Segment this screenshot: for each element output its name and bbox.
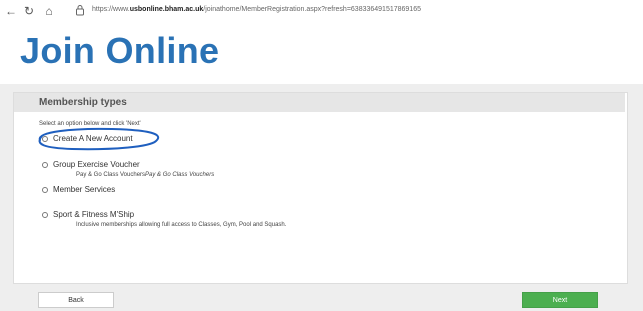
option-description: Inclusive memberships allowing full acce… — [76, 222, 287, 228]
option-label: Member Services — [53, 185, 116, 194]
radio-button[interactable] — [42, 186, 48, 193]
browser-toolbar: ← ↻ ⌂ https://www.usbonline.bham.ac.uk/j… — [0, 0, 643, 24]
option-label: Group Exercise Voucher — [53, 160, 140, 169]
option-label: Create A New Account — [53, 134, 133, 143]
home-icon[interactable]: ⌂ — [42, 4, 56, 18]
radio-button[interactable] — [42, 161, 48, 168]
option-create-new-account[interactable]: Create A New Account — [42, 134, 133, 143]
option-label: Sport & Fitness M'Ship — [53, 210, 135, 219]
page-title: Join Online — [20, 30, 220, 71]
instruction-text: Select an option below and click 'Next' — [39, 121, 141, 127]
panel-title: Membership types — [39, 97, 127, 108]
option-description: Pay & Go Class VouchersPay & Go Class Vo… — [76, 172, 214, 178]
radio-button[interactable] — [42, 135, 48, 142]
description-italic-text: Pay & Go Class Vouchers — [145, 172, 215, 178]
url-path: /joinathome/MemberRegistration.aspx?refr… — [203, 6, 421, 13]
description-text: Pay & Go Class Vouchers — [76, 172, 146, 178]
option-sport-fitness-mship[interactable]: Sport & Fitness M'Ship — [42, 210, 134, 219]
lock-icon[interactable] — [75, 4, 85, 16]
url-domain: usbonline.bham.ac.uk — [129, 6, 204, 13]
url-prefix: https://www. — [92, 6, 130, 13]
option-member-services[interactable]: Member Services — [42, 185, 115, 194]
radio-button[interactable] — [42, 211, 48, 218]
next-button[interactable]: Next — [522, 292, 598, 308]
back-button[interactable]: Back — [38, 292, 114, 308]
back-arrow-icon[interactable]: ← — [4, 4, 18, 18]
option-group-exercise-voucher[interactable]: Group Exercise Voucher — [42, 160, 140, 169]
refresh-icon[interactable]: ↻ — [22, 4, 36, 18]
address-bar-url[interactable]: https://www.usbonline.bham.ac.uk/joinath… — [92, 6, 421, 13]
